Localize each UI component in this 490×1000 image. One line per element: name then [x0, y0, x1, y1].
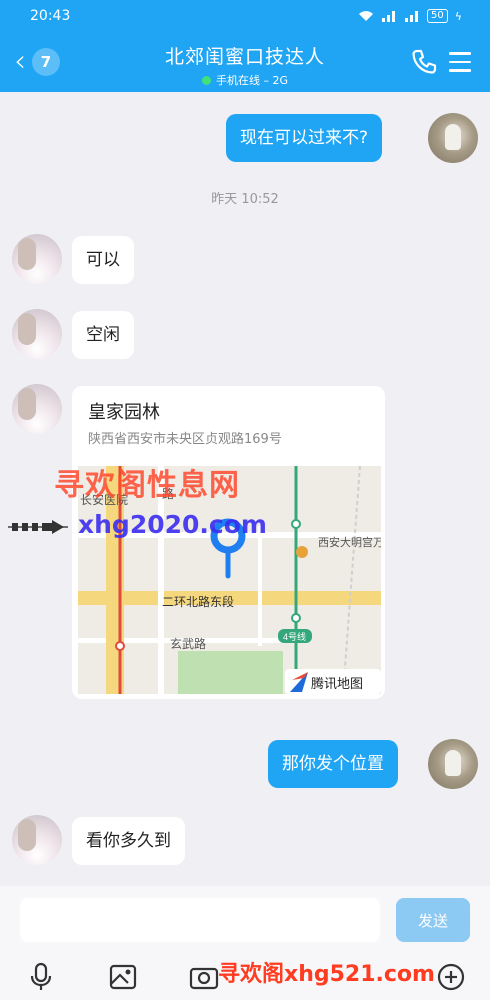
online-status-text: 手机在线 – 2G [215, 74, 288, 87]
location-title: 皇家园林 [88, 402, 160, 423]
message-bubble[interactable]: 现在可以过来不? [226, 114, 383, 162]
arrow-icon [8, 520, 68, 534]
microphone-icon[interactable] [26, 962, 56, 992]
back-button[interactable]: ‹ 7 [14, 46, 74, 78]
wifi-icon [359, 11, 373, 21]
status-bar: 20:43 50 ϟ [30, 6, 462, 26]
message-bubble[interactable]: 那你发个位置 [268, 740, 398, 788]
my-avatar[interactable] [428, 739, 478, 789]
status-time: 20:43 [30, 8, 71, 24]
charging-icon: ϟ [454, 9, 462, 23]
location-card[interactable]: 皇家园林 陕西省西安市未央区贞观路169号 长安医院 路 西安大明宫万达广场 二… [72, 386, 385, 699]
message-bubble[interactable]: 可以 [72, 236, 134, 284]
camera-icon[interactable] [189, 962, 219, 992]
contact-avatar[interactable] [12, 815, 62, 865]
map-label-mall: 西安大明宫万达广场 [318, 535, 381, 549]
menu-icon[interactable] [449, 52, 471, 72]
map-label-xuanwu-road: 玄武路 [170, 636, 206, 651]
map-label-metro-line: 4号线 [283, 631, 306, 642]
online-status: 手机在线 – 2G [120, 72, 370, 88]
chevron-left-icon: ‹ [14, 44, 26, 79]
chat-header: 20:43 50 ϟ ‹ 7 北郊闺蜜口技达人 手机在线 – 2G [0, 0, 490, 92]
unread-badge: 7 [32, 48, 60, 76]
watermark-text: 寻欢阁性息网 [54, 468, 240, 503]
my-avatar[interactable] [428, 113, 478, 163]
chat-title: 北郊闺蜜口技达人 [164, 46, 325, 68]
watermark-url: xhg2020.com [78, 510, 267, 539]
map-label-ring-road: 二环北路东段 [162, 594, 234, 609]
phone-icon[interactable] [410, 48, 438, 76]
battery-icon: 50 [427, 9, 448, 23]
signal-icon-2 [405, 11, 418, 22]
status-icons: 50 ϟ [358, 9, 462, 23]
contact-avatar[interactable] [12, 309, 62, 359]
signal-icon [382, 11, 395, 22]
contact-avatar[interactable] [12, 384, 62, 434]
message-bubble[interactable]: 空闲 [72, 311, 134, 359]
watermark-bottom: 寻欢阁xhg521.com [218, 962, 435, 987]
location-address: 陕西省西安市未央区贞观路169号 [88, 432, 282, 447]
contact-avatar[interactable] [12, 234, 62, 284]
message-bubble[interactable]: 看你多久到 [72, 817, 185, 865]
online-dot-icon [201, 75, 211, 85]
send-button[interactable]: 发送 [396, 898, 470, 942]
map-brand: 腾讯地图 [311, 676, 363, 691]
message-timestamp: 昨天 10:52 [211, 192, 279, 207]
image-icon[interactable] [108, 962, 138, 992]
plus-icon[interactable] [436, 962, 466, 992]
chat-title-area[interactable]: 北郊闺蜜口技达人 手机在线 – 2G [120, 42, 370, 88]
message-input[interactable] [20, 898, 380, 942]
